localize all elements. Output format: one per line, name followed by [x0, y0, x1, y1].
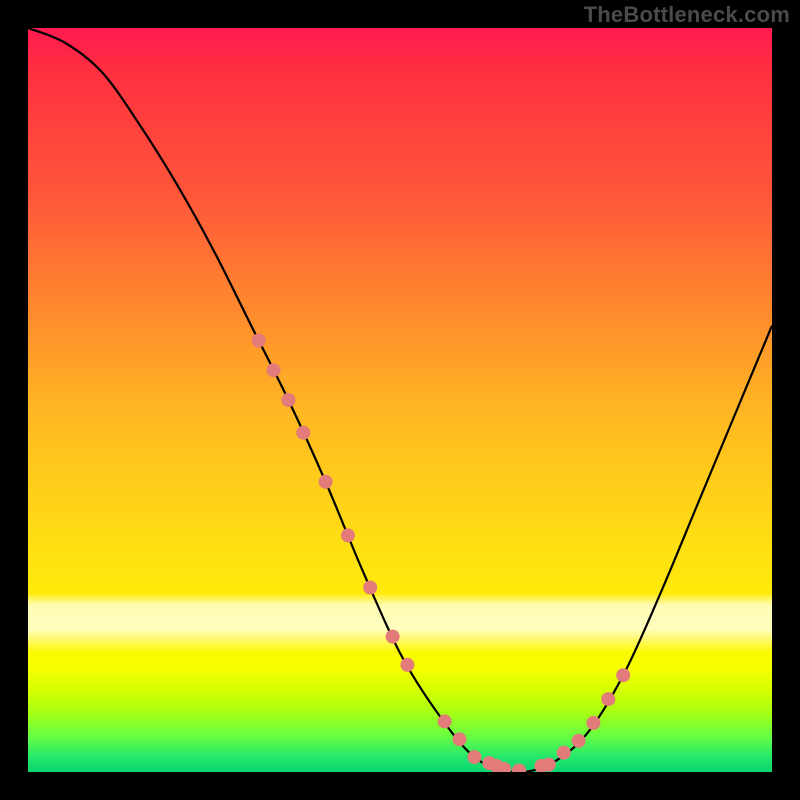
marker-dot	[512, 764, 526, 773]
marker-dot	[319, 475, 333, 489]
marker-dot	[467, 750, 481, 764]
watermark-text: TheBottleneck.com	[584, 2, 790, 28]
marker-dot	[252, 334, 266, 348]
marker-dot	[438, 714, 452, 728]
marker-dot	[601, 692, 615, 706]
marker-dot	[400, 658, 414, 672]
marker-dot	[542, 758, 556, 772]
marker-dot	[296, 426, 310, 440]
chart-frame: TheBottleneck.com	[0, 0, 800, 800]
marker-dot	[453, 732, 467, 746]
marker-dot	[557, 746, 571, 760]
marker-group	[252, 334, 631, 773]
plot-area	[28, 28, 772, 772]
marker-dot	[616, 668, 630, 682]
marker-dot	[363, 581, 377, 595]
marker-dot	[586, 716, 600, 730]
marker-dot	[341, 528, 355, 542]
marker-dot	[281, 393, 295, 407]
main-curve	[28, 28, 772, 772]
curve-layer	[28, 28, 772, 772]
marker-dot	[572, 734, 586, 748]
marker-dot	[386, 630, 400, 644]
marker-dot	[267, 363, 281, 377]
